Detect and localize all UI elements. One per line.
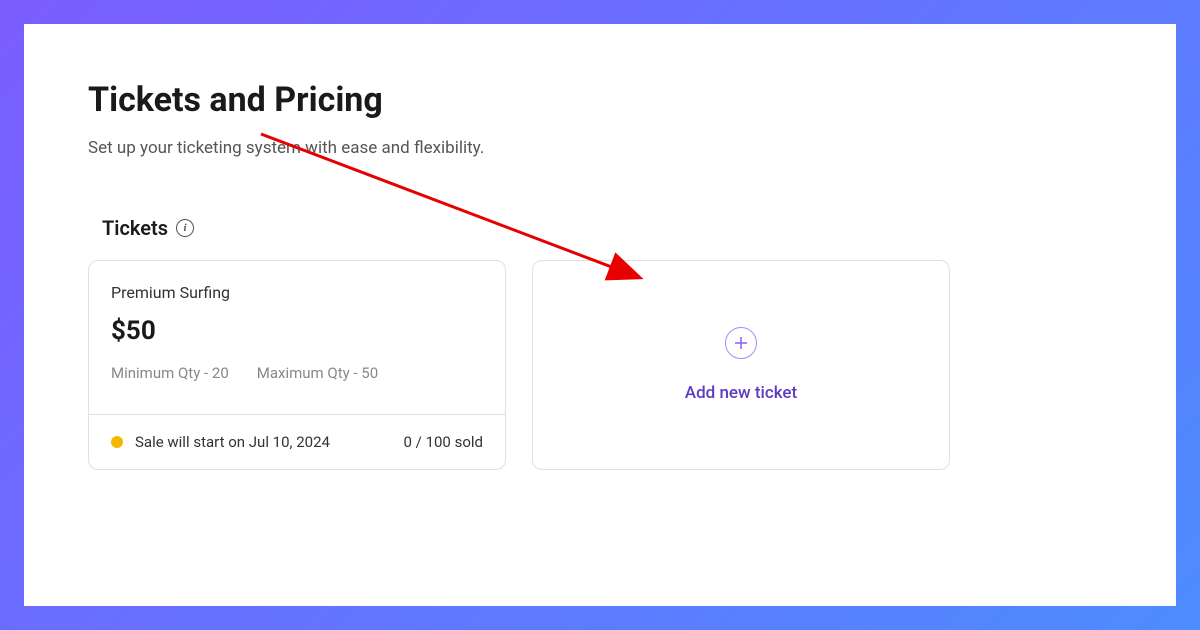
qty-row: Minimum Qty - 20 Maximum Qty - 50 [111,364,483,382]
section-header: Tickets i [102,216,1112,240]
ticket-name: Premium Surfing [111,283,483,302]
ticket-card-footer: Sale will start on Jul 10, 2024 0 / 100 … [89,414,505,469]
ticket-card-body: Premium Surfing $50 Minimum Qty - 20 Max… [89,261,505,414]
max-qty-label: Maximum Qty - 50 [257,364,378,382]
ticket-price: $50 [111,316,483,346]
info-icon[interactable]: i [176,219,194,237]
section-title: Tickets [102,216,168,240]
page-subtitle: Set up your ticketing system with ease a… [88,138,1112,158]
page-title: Tickets and Pricing [88,80,1112,120]
add-new-ticket-label: Add new ticket [685,383,797,403]
cards-row: Premium Surfing $50 Minimum Qty - 20 Max… [88,260,1112,470]
min-qty-label: Minimum Qty - 20 [111,364,229,382]
ticket-card[interactable]: Premium Surfing $50 Minimum Qty - 20 Max… [88,260,506,470]
status-dot-icon [111,436,123,448]
sale-status-text: Sale will start on Jul 10, 2024 [135,433,330,451]
sold-count: 0 / 100 sold [404,433,483,451]
sale-status: Sale will start on Jul 10, 2024 [111,433,330,451]
page-container: Tickets and Pricing Set up your ticketin… [24,24,1176,606]
add-new-ticket-button[interactable]: Add new ticket [532,260,950,470]
plus-icon [725,327,757,359]
